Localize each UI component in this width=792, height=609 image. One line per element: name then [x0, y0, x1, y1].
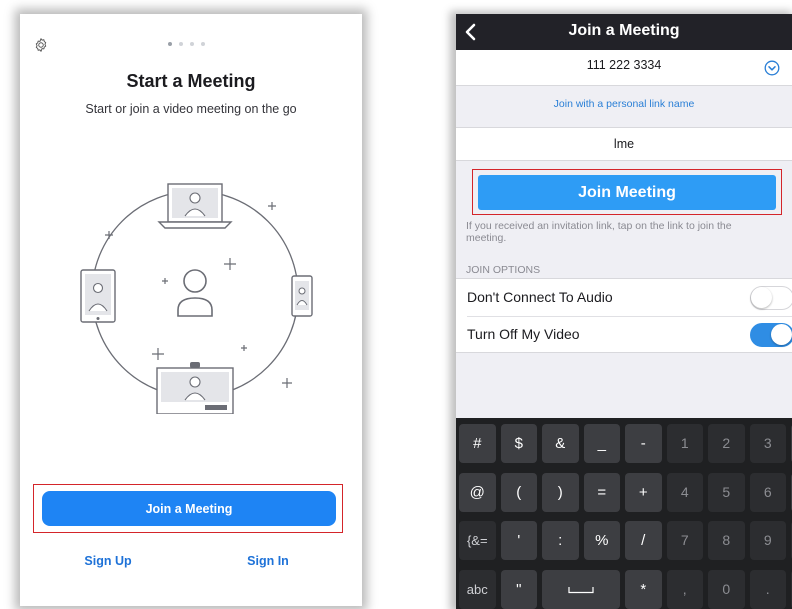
dont-connect-audio-label: Don't Connect To Audio [467, 289, 613, 305]
highlight-box [472, 169, 782, 215]
nav-title: Join a Meeting [568, 22, 680, 39]
join-meeting-screen: Join a Meeting 111 222 3334 Join with a … [456, 14, 792, 609]
key-4[interactable]: 4 [666, 472, 703, 512]
key-symbol[interactable]: _ [583, 424, 620, 463]
phone-icon [291, 275, 313, 317]
key-2[interactable]: 2 [708, 424, 745, 463]
key-symbol[interactable]: : [542, 521, 579, 560]
key-6[interactable]: 6 [749, 472, 786, 512]
meeting-id-input[interactable]: 111 222 3334 [516, 58, 732, 72]
sign-up-link[interactable]: Sign Up [68, 554, 148, 568]
plus-decorations [105, 202, 292, 388]
key-symbol[interactable]: ) [542, 472, 579, 512]
key-symbol[interactable]: " [500, 569, 537, 609]
highlight-box [33, 484, 343, 533]
key-symbol[interactable]: {&= [459, 521, 496, 560]
abc-key[interactable]: abc [459, 569, 496, 609]
page-dot [179, 42, 183, 46]
key-symbol[interactable]: % [583, 521, 620, 560]
key-symbol[interactable]: , [666, 569, 703, 609]
monitor-icon [156, 362, 234, 414]
page-title: Start a Meeting [126, 71, 256, 91]
key-8[interactable]: 8 [708, 521, 745, 560]
nav-bar: Join a Meeting [456, 14, 792, 50]
chevron-down-icon[interactable] [764, 60, 780, 76]
key-0[interactable]: 0 [708, 569, 745, 609]
key-symbol[interactable]: * [625, 569, 662, 609]
key-symbol[interactable]: ( [500, 472, 537, 512]
key-symbol[interactable]: - [625, 424, 662, 463]
symbol-keyboard: #$&_-123?@()=+456!{&=':%/789abc"*,0. [456, 418, 792, 609]
space-icon [568, 586, 594, 593]
dont-connect-audio-toggle[interactable] [750, 286, 792, 310]
key-symbol[interactable]: / [625, 521, 662, 560]
page-dot [168, 42, 172, 46]
gear-icon[interactable] [33, 37, 49, 53]
personal-link-name-link[interactable]: Join with a personal link name [456, 98, 792, 110]
key-symbol[interactable]: . [749, 569, 786, 609]
divider [467, 316, 792, 317]
key-symbol[interactable]: + [625, 472, 662, 512]
turn-off-video-label: Turn Off My Video [467, 326, 580, 342]
page-dot [190, 42, 194, 46]
key-symbol[interactable]: # [459, 424, 496, 463]
toggle-knob [771, 324, 792, 345]
key-symbol[interactable]: ' [500, 521, 537, 560]
page-subtitle: Start or join a video meeting on the go [85, 102, 297, 116]
space-key[interactable] [542, 569, 620, 609]
key-1[interactable]: 1 [666, 424, 703, 463]
key-symbol[interactable]: @ [459, 472, 496, 512]
screen-name-input[interactable]: lme [516, 137, 732, 151]
turn-off-video-toggle[interactable] [750, 323, 792, 347]
name-row: lme [456, 127, 792, 161]
devices-illustration [80, 183, 313, 414]
key-symbol[interactable]: = [583, 472, 620, 512]
key-9[interactable]: 9 [749, 521, 786, 560]
page-dot [201, 42, 205, 46]
person-icon [177, 269, 213, 317]
key-7[interactable]: 7 [666, 521, 703, 560]
tablet-icon [80, 269, 116, 323]
key-5[interactable]: 5 [708, 472, 745, 512]
key-3[interactable]: 3 [749, 424, 786, 463]
key-symbol[interactable]: & [542, 424, 579, 463]
join-options-group: Don't Connect To Audio Turn Off My Video [456, 278, 792, 353]
sign-in-link[interactable]: Sign In [228, 554, 308, 568]
toggle-knob [751, 287, 772, 308]
page-indicator [168, 42, 212, 48]
join-options-header: JOIN OPTIONS [466, 264, 541, 276]
laptop-icon [157, 183, 233, 229]
key-symbol[interactable]: $ [500, 424, 537, 463]
meeting-id-row: 111 222 3334 [456, 50, 792, 86]
start-meeting-screen: Start a Meeting Start or join a video me… [20, 14, 362, 606]
invite-hint: If you received an invitation link, tap … [466, 220, 732, 244]
